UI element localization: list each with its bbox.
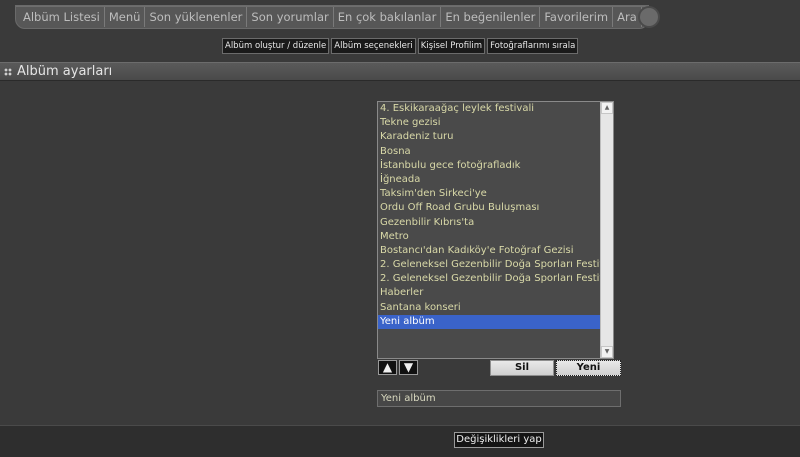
album-options-button[interactable]: Albüm seçenekleri (331, 38, 416, 54)
nav-album-list[interactable]: Albüm Listesi (19, 7, 105, 27)
album-list-item[interactable]: Yeni albüm (378, 314, 600, 329)
top-navigation-bar: Albüm Listesi Menü Son yüklenenler Son y… (0, 0, 800, 33)
album-list-item[interactable]: Ordu Off Road Grubu Buluşması (378, 201, 600, 215)
album-list: 4. Eskikaraağaç leylek festivali Tekne ge… (378, 102, 600, 329)
album-list-item[interactable]: İğneada (378, 173, 600, 187)
album-list-item[interactable]: 4. Eskikaraağaç leylek festivali (378, 102, 600, 116)
album-list-item[interactable]: 2. Geleneksel Gezenbilir Doğa Sporları F… (378, 272, 600, 286)
album-list-item[interactable]: Bosna (378, 145, 600, 159)
album-list-item[interactable]: Tekne gezisi (378, 116, 600, 130)
album-list-item[interactable]: 2. Geleneksel Gezenbilir Doğa Sporları F… (378, 258, 600, 272)
album-list-item[interactable]: Gezenbilir Kıbrıs'ta (378, 216, 600, 230)
nav-last-comments[interactable]: Son yorumlar (247, 7, 334, 27)
nav-menu[interactable]: Menü (105, 7, 146, 27)
album-list-item[interactable]: Haberler (378, 286, 600, 300)
sort-photos-button[interactable]: Fotoğraflarımı sırala (487, 38, 579, 54)
main-menu: Albüm Listesi Menü Son yüklenenler Son y… (15, 5, 658, 29)
nav-search[interactable]: Ara (613, 7, 642, 27)
scroll-up-icon[interactable]: ▲ (601, 102, 613, 114)
move-down-button[interactable]: ▼ (399, 360, 418, 375)
listbox-scrollbar[interactable]: ▲ ▼ (600, 102, 613, 358)
grip-dots-icon (4, 67, 12, 76)
delete-album-button[interactable]: Sil (490, 360, 554, 376)
album-list-item[interactable]: Santana konseri (378, 301, 600, 315)
album-listbox[interactable]: 4. Eskikaraağaç leylek festivali Tekne ge… (377, 101, 614, 359)
album-list-item[interactable]: İstanbulu gece fotoğrafladık (378, 159, 600, 173)
nav-most-viewed[interactable]: En çok bakılanlar (334, 7, 442, 27)
my-profile-button[interactable]: Kişisel Profilim (417, 38, 486, 54)
nav-top-rated[interactable]: En beğenilenler (441, 7, 541, 27)
new-album-button[interactable]: Yeni (556, 360, 621, 376)
album-name-field[interactable]: Yeni albüm (377, 390, 621, 407)
menu-end-cap (639, 8, 658, 26)
apply-changes-button[interactable]: Değişiklikleri yap (454, 432, 544, 448)
album-settings-panel: 4. Eskikaraağaç leylek festivali Tekne ge… (0, 82, 800, 425)
move-up-button[interactable]: ▲ (378, 360, 397, 375)
nav-last-uploads[interactable]: Son yüklenenler (145, 7, 248, 27)
album-list-item[interactable]: Taksim'den Sirkeci'ye (378, 187, 600, 201)
create-edit-album-button[interactable]: Albüm oluştur / düzenle (222, 38, 330, 54)
scroll-down-icon[interactable]: ▼ (601, 346, 613, 358)
album-list-item[interactable]: Bostancı'dan Kadıköy'e Fotoğraf Gezisi (378, 244, 600, 258)
album-subnav: Albüm oluştur / düzenle Albüm seçenekler… (222, 38, 579, 54)
album-list-item[interactable]: Metro (378, 230, 600, 244)
album-list-item[interactable]: Karadeniz turu (378, 130, 600, 144)
nav-favorites[interactable]: Favorilerim (540, 7, 614, 27)
footer-bar: Değişiklikleri yap (0, 425, 800, 457)
page-title: Albüm ayarları (17, 64, 113, 79)
section-header: Albüm ayarları (0, 62, 800, 81)
